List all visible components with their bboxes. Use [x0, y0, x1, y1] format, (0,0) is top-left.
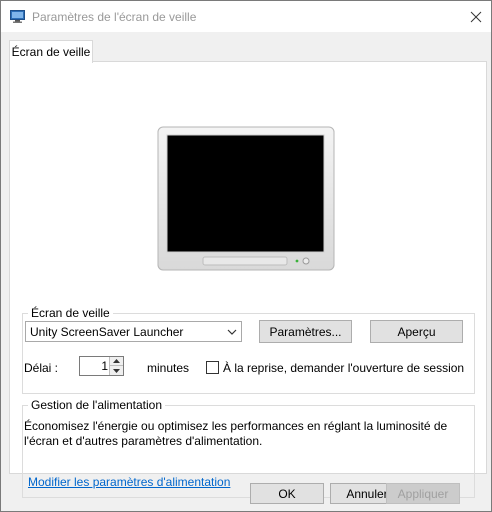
chevron-down-small-icon: [113, 368, 120, 373]
preview-button-label: Aperçu: [397, 324, 436, 339]
delay-label: Délai :: [24, 361, 59, 375]
tab-screensaver[interactable]: Écran de veille: [9, 40, 93, 63]
tab-label: Écran de veille: [11, 45, 91, 59]
screensaver-group-legend: Écran de veille: [28, 306, 113, 320]
screensaver-select-value: Unity ScreenSaver Launcher: [30, 325, 184, 339]
window-title: Paramètres de l'écran de veille: [32, 10, 197, 24]
resume-logon-label[interactable]: À la reprise, demander l'ouverture de se…: [223, 361, 464, 375]
screensaver-select[interactable]: Unity ScreenSaver Launcher: [25, 321, 242, 342]
dialog-client-area: Écran de veille Écran de veille Unity Sc…: [1, 32, 491, 511]
settings-button-label: Paramètres...: [269, 324, 342, 339]
apply-button[interactable]: Appliquer: [386, 483, 460, 504]
apply-button-label: Appliquer: [397, 486, 449, 501]
cancel-button-label: Annuler: [346, 486, 388, 501]
power-group-legend: Gestion de l'alimentation: [28, 398, 166, 412]
preview-button[interactable]: Aperçu: [370, 320, 463, 343]
display-settings-icon: [10, 10, 25, 23]
resume-logon-checkbox[interactable]: [206, 361, 219, 374]
dialog-window: Paramètres de l'écran de veille Écran de…: [0, 0, 492, 512]
delay-decrement-button[interactable]: [109, 366, 123, 375]
settings-button[interactable]: Paramètres...: [259, 320, 352, 343]
ok-button-label: OK: [278, 486, 296, 501]
close-button[interactable]: [461, 5, 491, 29]
title-bar: Paramètres de l'écran de veille: [1, 1, 491, 32]
power-description: Économisez l'énergie ou optimisez les pe…: [24, 419, 448, 448]
delay-increment-button[interactable]: [109, 357, 123, 366]
minutes-label: minutes: [147, 361, 190, 375]
close-icon: [470, 11, 482, 23]
power-settings-link[interactable]: Modifier les paramètres d'alimentation: [28, 475, 230, 489]
chevron-down-icon: [227, 329, 237, 335]
tab-panel: Écran de veille Unity ScreenSaver Launch…: [9, 61, 487, 498]
screensaver-preview-monitor: [157, 126, 335, 271]
delay-stepper[interactable]: 1: [79, 356, 124, 376]
ok-button[interactable]: OK: [250, 483, 324, 504]
delay-value: 1: [101, 359, 108, 373]
chevron-up-icon: [113, 359, 120, 363]
